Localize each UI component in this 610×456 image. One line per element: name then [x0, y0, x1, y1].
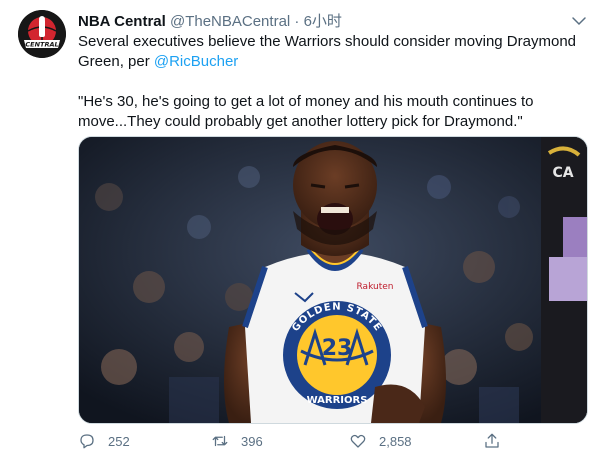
chevron-down-icon[interactable]: [570, 12, 588, 30]
author-handle[interactable]: @TheNBACentral: [170, 13, 290, 30]
tweet[interactable]: CENTRAL NBA Central @TheNBACentral · 6小时…: [0, 0, 610, 456]
jersey-number: 23: [322, 336, 353, 361]
like-button[interactable]: 2,858: [349, 432, 412, 450]
tweet-text: Several executives believe the Warriors …: [78, 32, 593, 132]
avatar-logo-text: CENTRAL: [25, 41, 58, 49]
jersey-sponsor: Rakuten: [357, 282, 394, 292]
tweet-quote: "He's 30, he's going to get a lot of mon…: [78, 93, 534, 130]
arena-sign-text: CA: [552, 165, 573, 181]
reply-icon: [80, 434, 94, 449]
tweet-header: NBA Central @TheNBACentral · 6小时: [78, 10, 342, 31]
tweet-image[interactable]: CA Rakuten GOLDEN STATE 23 WARRIORS: [78, 136, 588, 424]
tweet-first-paragraph: Several executives believe the Warriors …: [78, 32, 593, 72]
tweet-line-1: Several executives believe the Warriors …: [78, 33, 577, 70]
jersey-team-bottom: WARRIORS: [307, 395, 368, 406]
timestamp[interactable]: 6小时: [304, 13, 342, 30]
arena-sign: CA: [541, 137, 587, 423]
share-button[interactable]: [483, 432, 513, 450]
retweet-button[interactable]: 396: [211, 432, 263, 450]
nba-central-logo: CENTRAL: [18, 10, 66, 58]
separator-dot: ·: [294, 13, 300, 30]
author-name[interactable]: NBA Central: [78, 13, 166, 30]
avatar[interactable]: CENTRAL: [18, 10, 66, 58]
mention-link[interactable]: @RicBucher: [154, 53, 238, 70]
action-bar: 252 396 2,858: [78, 432, 518, 452]
reply-button[interactable]: 252: [78, 432, 130, 450]
retweet-count: 396: [241, 433, 263, 449]
player-photo: CA Rakuten GOLDEN STATE 23 WARRIORS: [79, 137, 587, 423]
heart-icon: [350, 434, 366, 448]
share-icon: [485, 433, 499, 448]
reply-count: 252: [108, 433, 130, 449]
retweet-icon: [212, 435, 228, 447]
like-count: 2,858: [379, 433, 412, 449]
